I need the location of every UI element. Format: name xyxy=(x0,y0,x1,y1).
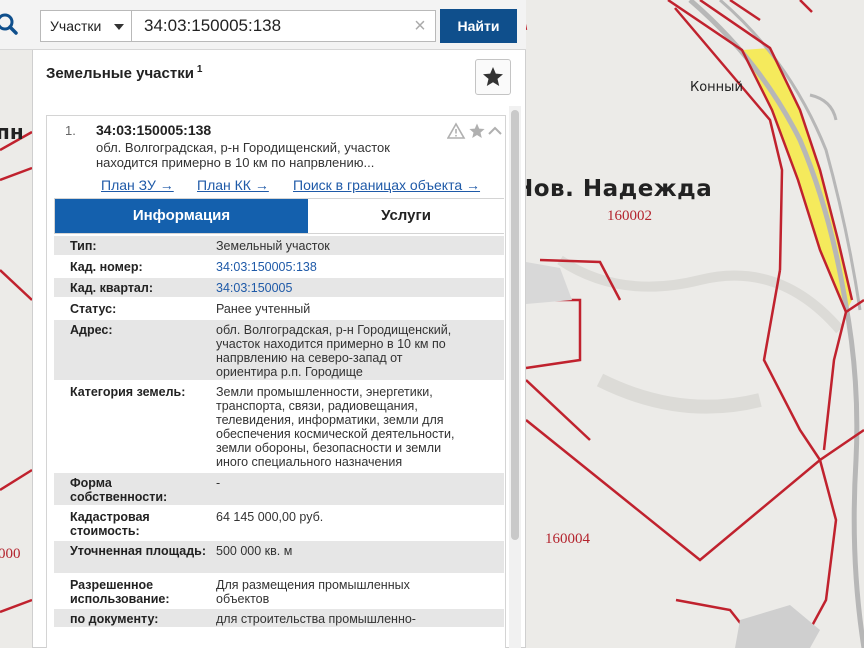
property-value-line: Ранее учтенный xyxy=(216,302,311,316)
property-value-line: ориентира р.п. Городище xyxy=(216,365,363,379)
property-value-line: для строительства промышленно- xyxy=(216,612,416,626)
property-value-line: участок находится примерно в 10 км по xyxy=(216,337,446,351)
star-icon xyxy=(483,67,503,86)
plan-zu-link[interactable]: План ЗУ → xyxy=(101,177,174,193)
search-scope-select[interactable]: Участки xyxy=(40,10,132,42)
results-panel: Земельные участки 1 1. 34:03:150005:138 о… xyxy=(32,50,526,648)
map-label-konny: Конный xyxy=(690,80,743,95)
property-label: Форма собственности: xyxy=(70,476,168,504)
result-number: 1. xyxy=(65,123,76,138)
property-label: Статус: xyxy=(70,302,117,316)
property-value: Для размещения промышленных объектов xyxy=(216,578,486,606)
property-value-line: объектов xyxy=(216,592,270,606)
search-in-bounds-link[interactable]: Поиск в границах объекта → xyxy=(293,177,480,193)
warning-icon[interactable] xyxy=(446,122,466,139)
plan-kk-link[interactable]: План КК → xyxy=(197,177,269,193)
result-address-line: обл. Волгоградская, р-н Городищенский, у… xyxy=(96,140,390,155)
panel-title: Земельные участки 1 xyxy=(46,64,202,82)
property-row: по документу: для строительства промышлен… xyxy=(54,609,504,629)
property-value-line: 500 000 кв. м xyxy=(216,544,293,558)
property-value: 500 000 кв. м xyxy=(216,544,486,558)
property-value-line: транспорта, связи, радиовещания, xyxy=(216,399,418,413)
map-code-160004: 160004 xyxy=(545,531,590,547)
property-value-line: обеспечения космической деятельности, xyxy=(216,427,455,441)
star-icon[interactable] xyxy=(469,123,485,139)
property-value-line: телевидения, информатики, земли для xyxy=(216,413,444,427)
result-count: 1 xyxy=(196,64,203,75)
property-label: Кад. квартал: xyxy=(70,281,153,295)
property-value: Земли промышленности, энергетики, транспо… xyxy=(216,385,486,469)
chevron-down-icon xyxy=(114,24,124,30)
find-button[interactable]: Найти xyxy=(440,9,517,43)
property-label: Кад. номер: xyxy=(70,260,143,274)
property-label: Адрес: xyxy=(70,323,113,337)
result-tabs: Информация Услуги xyxy=(54,198,504,234)
property-label: по документу: xyxy=(70,612,159,626)
property-row: Кадастровая стоимость: 64 145 000,00 руб. xyxy=(54,507,504,541)
property-row: Адрес: обл. Волгоградская, р-н Городищенс… xyxy=(54,320,504,382)
property-value-line: 64 145 000,00 руб. xyxy=(216,510,324,524)
search-input[interactable] xyxy=(132,10,436,42)
map-code-160002: 160002 xyxy=(607,208,652,224)
scroll-thumb[interactable] xyxy=(511,110,519,540)
property-row: Кад. номер: 34:03:150005:138 xyxy=(54,257,504,278)
property-row: Статус: Ранее учтенный xyxy=(54,299,504,320)
property-row: Кад. квартал: 34:03:150005 xyxy=(54,278,504,299)
property-value-line: Земли промышленности, энергетики, xyxy=(216,385,433,399)
property-value-line: иного специального назначения xyxy=(216,455,403,469)
property-value-line: 34:03:150005:138 xyxy=(216,260,317,274)
tab-services[interactable]: Услуги xyxy=(308,199,504,233)
result-cad-number[interactable]: 34:03:150005:138 xyxy=(96,122,211,138)
property-value-line: Для размещения промышленных xyxy=(216,578,410,592)
property-label: Кадастровая стоимость: xyxy=(70,510,150,538)
property-value: обл. Волгоградская, р-н Городищенский, уч… xyxy=(216,323,486,379)
property-value-line: - xyxy=(216,476,221,490)
card-actions xyxy=(446,122,507,140)
result-card[interactable]: 1. 34:03:150005:138 обл. Волгоградская, … xyxy=(46,115,506,648)
property-row: Форма собственности: - xyxy=(54,473,504,507)
property-value: 64 145 000,00 руб. xyxy=(216,510,486,524)
property-row: Разрешенное использование: Для размещения… xyxy=(54,575,504,609)
property-value-line: напрвлению на северо-запад от xyxy=(216,351,403,365)
property-label: Уточненная площадь: xyxy=(70,544,207,558)
search-scope-label: Участки xyxy=(50,18,102,34)
search-icon[interactable] xyxy=(0,10,22,38)
scrollbar[interactable] xyxy=(509,106,521,648)
map-code-left: 000 xyxy=(0,546,21,562)
property-value-line: 34:03:150005 xyxy=(216,281,293,295)
panel-title-text: Земельные участки xyxy=(46,65,194,82)
search-bar: Участки × Найти xyxy=(0,0,526,50)
map-label-left: пн xyxy=(0,120,24,144)
result-address-line: находится примерно в 10 км по напрвлению… xyxy=(96,155,375,170)
property-value: - xyxy=(216,476,486,490)
tab-info[interactable]: Информация xyxy=(55,199,308,233)
result-address: обл. Волгоградская, р-н Городищенский, у… xyxy=(96,140,426,170)
properties-table: Тип: Земельный участок Кад. номер: 34:03:15… xyxy=(54,236,504,629)
clear-icon[interactable]: × xyxy=(410,15,430,37)
chevron-up-icon[interactable] xyxy=(488,126,502,135)
property-value-line: обл. Волгоградская, р-н Городищенский, xyxy=(216,323,452,337)
property-value[interactable]: 34:03:150005 xyxy=(216,281,486,295)
favorites-button[interactable] xyxy=(475,59,511,95)
property-value-line: Земельный участок xyxy=(216,239,330,253)
property-value-line: земли обороны, безопасности и земли xyxy=(216,441,442,455)
property-value: Земельный участок xyxy=(216,239,486,253)
map-label-nov-nadezhda: Нов. Надежда xyxy=(514,176,713,202)
property-label: Тип: xyxy=(70,239,97,253)
property-value[interactable]: 34:03:150005:138 xyxy=(216,260,486,274)
property-row: Тип: Земельный участок xyxy=(54,236,504,257)
property-row: Уточненная площадь: 500 000 кв. м xyxy=(54,541,504,575)
property-label: Категория земель: xyxy=(70,385,186,399)
property-value: Ранее учтенный xyxy=(216,302,486,316)
property-row: Категория земель: Земли промышленности, э… xyxy=(54,382,504,473)
property-label: Разрешенное использование: xyxy=(70,578,170,606)
property-value: для строительства промышленно- xyxy=(216,612,486,626)
